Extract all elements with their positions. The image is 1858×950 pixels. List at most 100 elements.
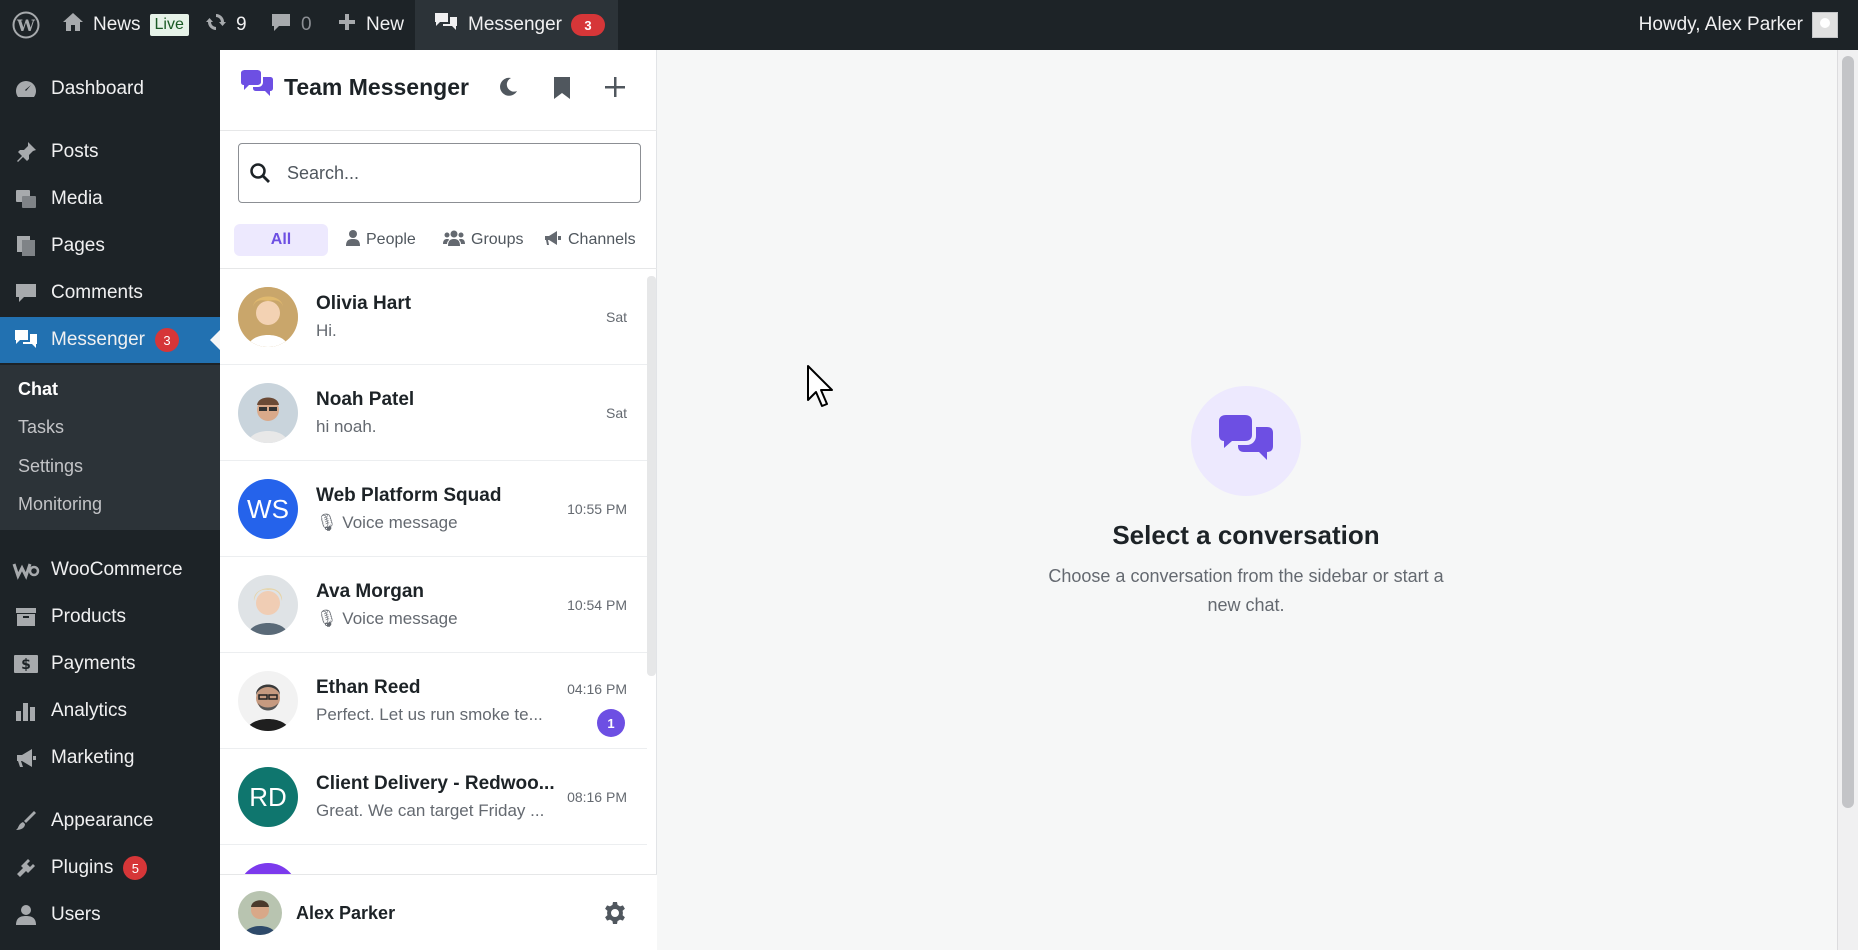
menu-messenger[interactable]: Messenger 3 [0,317,220,363]
megaphone-icon [12,746,40,770]
plugin-icon [12,856,40,880]
conversation-name: Ethan Reed [316,677,421,698]
menu-label: Pages [51,235,105,256]
filter-label: All [270,231,292,248]
adminbar-messenger-count: 3 [571,14,605,36]
menu-posts[interactable]: Posts [0,129,220,175]
submenu-monitoring[interactable]: Monitoring [18,494,102,515]
conversation-item[interactable]: Noah Patel hi noah. Sat [220,365,647,461]
current-user-name: Alex Parker [296,903,396,923]
admin-menu: Dashboard Posts Media Pages Comments Mes… [0,50,220,950]
howdy-text: Howdy, Alex Parker [1638,14,1803,35]
new-chat-button[interactable] [604,76,626,103]
conversation-preview: 🎙 Voice message [316,513,458,532]
filter-channels[interactable]: Channels [544,224,636,256]
conversation-name: Noah Patel [316,389,415,410]
menu-media[interactable]: Media [0,176,220,222]
header-divider [220,130,657,131]
conversation-time: 04:16 PM [567,681,627,697]
submenu-tasks[interactable]: Tasks [18,417,64,438]
conversation-time: Sat [605,405,627,421]
conversation-item[interactable]: RD Client Delivery - Redwoo... Great. We… [220,749,647,845]
settings-button[interactable] [603,901,627,930]
empty-state-icon [1191,386,1301,496]
menu-dashboard[interactable]: Dashboard [0,66,220,112]
messenger-submenu: Chat Tasks Settings Monitoring [0,365,220,530]
menu-users[interactable]: Users [0,892,220,938]
updates-count: 9 [236,14,247,35]
pages-icon [12,234,40,258]
menu-plugins[interactable]: Plugins 5 [0,845,220,891]
conversation-scrollbar[interactable] [647,276,656,676]
messenger-header: Team Messenger [240,70,469,104]
conversation-item[interactable] [220,845,647,874]
current-user-footer: Alex Parker [220,874,657,950]
submenu-settings[interactable]: Settings [18,456,83,477]
menu-label: Appearance [51,810,154,831]
dark-mode-button[interactable] [497,76,519,103]
filter-people[interactable]: People [346,224,416,256]
user-icon [12,903,40,927]
search-input[interactable] [287,162,617,184]
menu-comments[interactable]: Comments [0,270,220,316]
wordpress-logo-icon[interactable]: W [12,0,40,50]
archive-icon [12,605,40,629]
conversation-preview: Great. We can target Friday ... [316,801,545,820]
conversation-item[interactable]: WS Web Platform Squad 🎙 Voice message 10… [220,461,647,557]
home-icon [62,11,84,39]
conversation-time: 10:55 PM [567,501,627,517]
menu-products[interactable]: Products [0,594,220,640]
gear-icon [603,902,627,929]
menu-label: Posts [51,141,99,162]
search-box[interactable] [238,143,641,203]
site-name-link[interactable]: News Live [62,0,189,50]
menu-analytics[interactable]: Analytics [0,688,220,734]
avatar [238,891,282,935]
account-menu[interactable]: Howdy, Alex Parker [1639,0,1838,50]
chat-bubbles-icon [433,11,459,39]
live-badge: Live [149,14,189,36]
refresh-icon [205,11,227,39]
conversation-item[interactable]: Ava Morgan 🎙 Voice message 10:54 PM [220,557,647,653]
adminbar-messenger-label: Messenger [468,14,562,35]
empty-state-subtitle: Choose a conversation from the sidebar o… [1048,566,1444,615]
menu-payments[interactable]: $ Payments [0,641,220,687]
bookmarks-button[interactable] [552,76,572,105]
search-icon [249,162,271,184]
group-avatar [238,863,298,874]
menu-woocommerce[interactable]: WooCommerce [0,547,220,593]
conversation-preview: Hi. [316,321,337,340]
bar-chart-icon [12,699,40,723]
comments-count: 0 [301,14,312,35]
comments-link[interactable]: 0 [270,0,312,50]
conversation-time: Sat [605,309,627,325]
conversation-time: 08:16 PM [567,789,627,805]
dollar-icon: $ [12,652,40,676]
messenger-title: Team Messenger [284,73,469,100]
menu-label: Dashboard [51,78,144,99]
filter-label: Channels [568,231,636,248]
avatar [238,383,298,443]
conversation-name: Ava Morgan [316,581,425,602]
menu-marketing[interactable]: Marketing [0,735,220,781]
conversation-item[interactable]: Olivia Hart Hi. Sat [220,269,647,365]
conversation-name: Web Platform Squad [316,485,502,506]
scrollbar-thumb[interactable] [1842,56,1854,808]
filter-tabs: All People Groups Channels [234,224,654,256]
new-content-link[interactable]: New [337,0,404,50]
menu-label: Marketing [51,747,135,768]
filter-groups[interactable]: Groups [443,224,523,256]
menu-appearance[interactable]: Appearance [0,798,220,844]
filter-all[interactable]: All [234,224,328,256]
adminbar-messenger-link[interactable]: Messenger 3 [415,0,618,50]
avatar [1812,12,1838,38]
users-icon [443,230,465,251]
moon-icon [497,77,519,102]
submenu-chat[interactable]: Chat [18,379,58,400]
conversation-item[interactable]: Ethan Reed Perfect. Let us run smoke te.… [220,653,647,749]
page-scrollbar[interactable] [1837,50,1858,950]
updates-link[interactable]: 9 [205,0,247,50]
menu-pages[interactable]: Pages [0,223,220,269]
bookmark-icon [552,77,572,104]
filter-label: People [366,231,416,248]
